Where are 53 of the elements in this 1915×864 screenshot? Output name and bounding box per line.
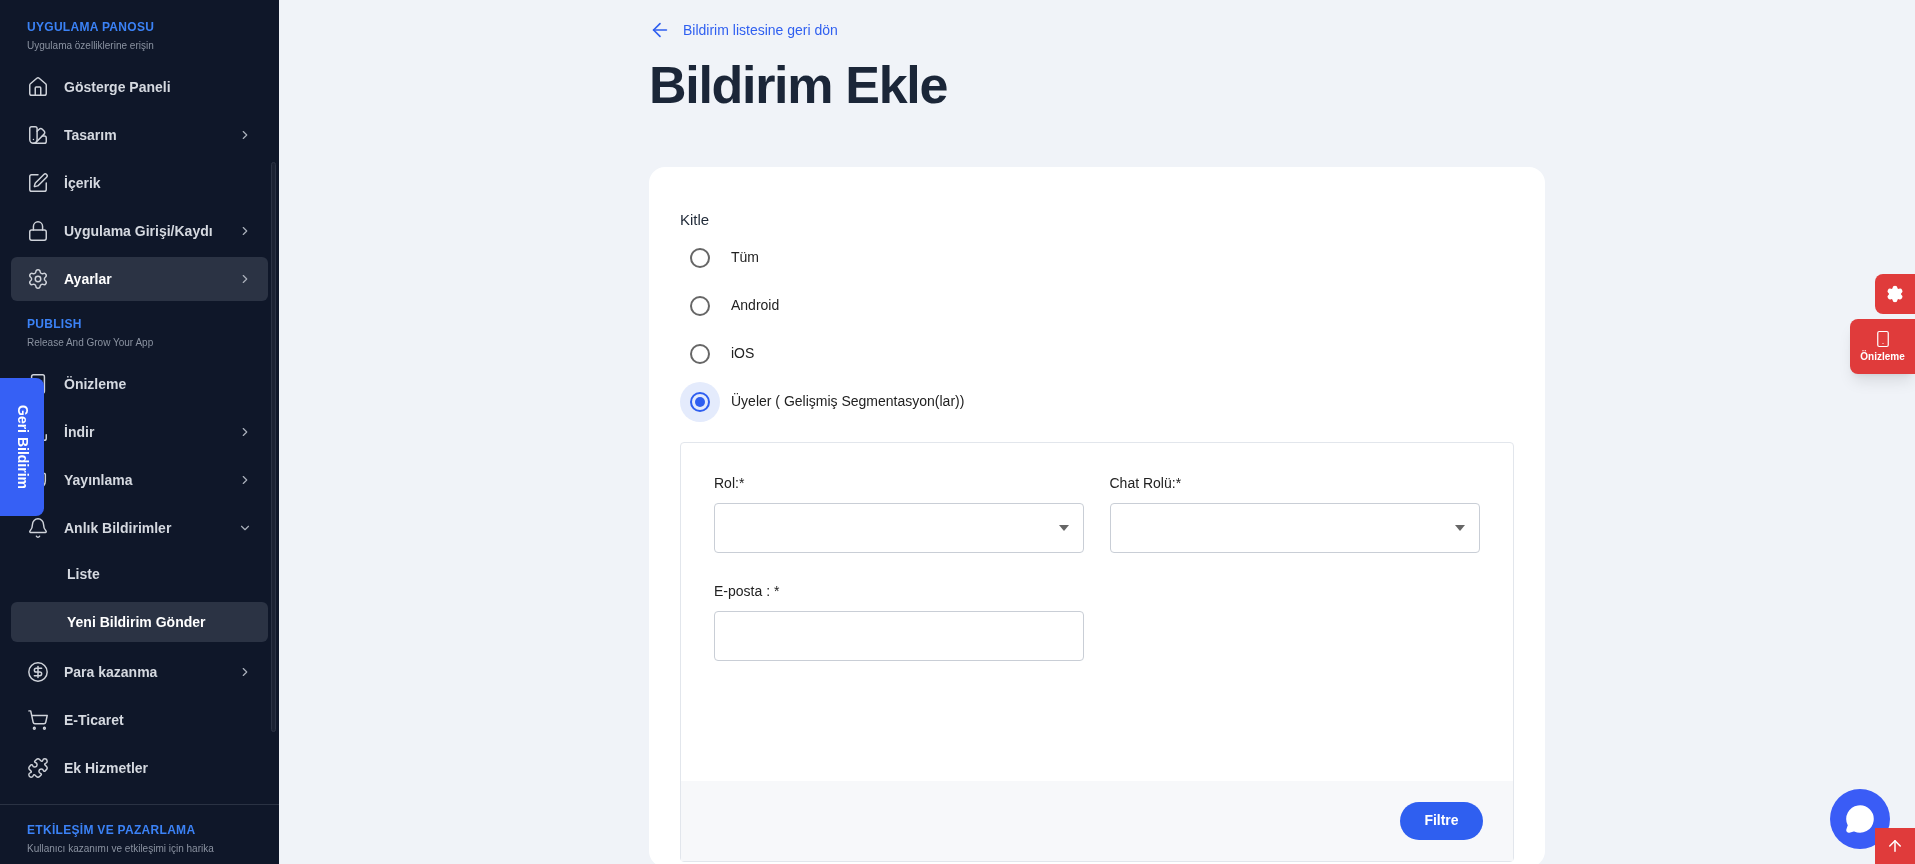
select-field[interactable] (1109, 502, 1480, 553)
radio-option[interactable]: Tüm (680, 233, 759, 282)
settings-button[interactable] (1875, 274, 1915, 314)
sidebar-item[interactable]: Ek Hizmetler (64, 746, 252, 790)
cart-icon (27, 709, 49, 731)
home-icon (27, 76, 49, 98)
sidebar-item[interactable]: Yayınlama (64, 458, 252, 502)
audience-label: Kitle (680, 210, 710, 230)
dropdown-caret-icon (1059, 524, 1069, 531)
field-label: Rol:* (714, 473, 745, 493)
field-label: E-posta : * (714, 581, 780, 601)
feedback-tab[interactable]: Geri Bildirim (0, 378, 44, 516)
sidebar-item[interactable]: Gösterge Paneli (64, 65, 252, 109)
settings-icon (1886, 285, 1904, 303)
chat-button[interactable] (1830, 789, 1890, 849)
filter-button[interactable]: Filtre (1400, 801, 1483, 840)
sidebar-item[interactable]: Ayarlar (11, 257, 268, 301)
radio-option[interactable]: Android (680, 281, 780, 330)
sidebar-item[interactable]: Önizleme (64, 362, 252, 406)
lock-icon (27, 220, 49, 242)
radio-option[interactable]: Üyeler ( Gelişmiş Segmentasyon(lar)) (680, 377, 965, 426)
sidebar-item[interactable]: E-Ticaret (64, 698, 252, 742)
preview-button[interactable]: Önizleme (1850, 319, 1915, 374)
scroll-top-button[interactable] (1875, 828, 1915, 864)
section-subtitle: Release And Grow Your App (27, 336, 155, 350)
radio-option[interactable]: iOS (680, 329, 755, 378)
section-title: UYGULAMA PANOSU (27, 19, 156, 36)
section-title: PUBLISH (27, 316, 83, 333)
select-field[interactable] (714, 502, 1084, 553)
page-title: Bildirim Ekle (649, 59, 948, 111)
sidebar-item[interactable]: İndir (64, 410, 252, 454)
sidebar-item[interactable]: Uygulama Girişi/Kaydı (64, 209, 252, 253)
sidebar-subitem[interactable]: Yeni Bildirim Gönder (11, 602, 268, 642)
settings-icon (27, 268, 49, 290)
input-field[interactable] (714, 610, 1084, 661)
dropdown-caret-icon (1454, 524, 1465, 531)
puzzle-icon (27, 757, 49, 779)
edit-icon (27, 172, 49, 194)
back-link[interactable]: Bildirim listesine geri dön (649, 19, 838, 41)
section-title: ETKİLEŞİM VE PAZARLAMA (27, 822, 197, 839)
sidebar-item[interactable]: İçerik (64, 161, 252, 205)
field-label: Chat Rolü:* (1109, 473, 1182, 493)
dollar-icon (27, 661, 49, 683)
section-subtitle: Uygulama özelliklerine erişin (27, 39, 155, 53)
sidebar-item[interactable]: Tasarım (64, 113, 252, 157)
bell-icon (27, 517, 49, 539)
sidebar-item[interactable]: Anlık Bildirimler (64, 506, 252, 550)
radio-button[interactable] (680, 381, 720, 422)
swatch-icon (27, 124, 49, 146)
sidebar-item[interactable]: Para kazanma (64, 650, 252, 694)
sidebar-subitem[interactable]: Liste (11, 554, 268, 594)
section-subtitle: Kullanıcı kazanımı ve etkileşimi için harika (27, 842, 215, 856)
chat-icon (1845, 804, 1875, 834)
